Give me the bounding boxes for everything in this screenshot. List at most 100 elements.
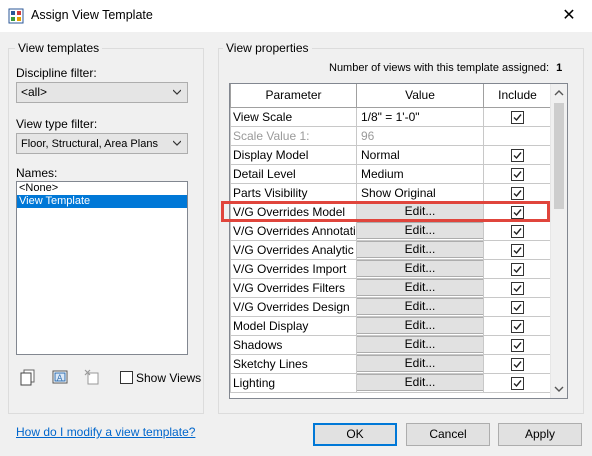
rename-icon[interactable]: A (51, 368, 69, 386)
parameter-cell: V/G Overrides Annotati (230, 220, 357, 241)
include-cell[interactable] (483, 220, 552, 241)
value-cell[interactable]: Edit... (356, 277, 484, 298)
include-checkbox[interactable] (511, 319, 524, 333)
discipline-filter-dropdown[interactable]: <all> (16, 82, 188, 103)
close-button[interactable]: ✕ (546, 0, 592, 31)
table-row[interactable]: V/G Overrides Annotati Edit... (230, 220, 552, 241)
include-checkbox[interactable] (511, 186, 524, 200)
parameter-cell: V/G Overrides Design (230, 296, 357, 317)
include-checkbox[interactable] (511, 167, 524, 181)
value-cell[interactable]: Normal (356, 144, 484, 165)
include-checkbox[interactable] (511, 338, 524, 352)
include-cell[interactable] (483, 296, 552, 317)
table-row[interactable]: V/G Overrides Import Edit... (230, 258, 552, 279)
include-cell[interactable] (483, 182, 552, 203)
include-checkbox[interactable] (511, 281, 524, 295)
delete-icon[interactable] (83, 368, 101, 386)
include-checkbox[interactable] (511, 262, 524, 276)
table-row[interactable]: Shadows Edit... (230, 334, 552, 355)
scrollbar-thumb[interactable] (554, 103, 564, 209)
view-properties-table[interactable]: Parameter Value Include View Scale 1/8" =… (229, 83, 568, 399)
table-row[interactable]: Display Model Normal (230, 144, 552, 165)
include-checkbox[interactable] (511, 243, 524, 257)
value-cell[interactable]: Edit... (356, 296, 484, 317)
help-link[interactable]: How do I modify a view template? (16, 425, 195, 439)
table-row[interactable]: V/G Overrides Analytic Edit... (230, 239, 552, 260)
value-cell[interactable]: Edit... (356, 315, 484, 336)
view-type-filter-dropdown[interactable]: Floor, Structural, Area Plans (16, 133, 188, 154)
edit-button[interactable]: Edit... (357, 260, 483, 277)
ok-button[interactable]: OK (313, 423, 397, 446)
include-checkbox[interactable] (511, 224, 524, 238)
value-cell[interactable]: Edit... (356, 372, 484, 393)
views-count-label: Number of views with this template assig… (329, 62, 550, 74)
edit-button[interactable]: Edit... (357, 279, 483, 296)
value-cell[interactable]: Edit... (356, 220, 484, 241)
table-row[interactable]: V/G Overrides Filters Edit... (230, 277, 552, 298)
table-row[interactable]: Detail Level Medium (230, 163, 552, 184)
edit-button[interactable]: Edit... (357, 298, 483, 315)
include-cell[interactable] (483, 258, 552, 279)
include-checkbox[interactable] (511, 110, 524, 124)
value-cell[interactable]: 1/8" = 1'-0" (356, 106, 484, 127)
column-header-include[interactable]: Include (483, 84, 552, 108)
column-header-parameter[interactable]: Parameter (230, 84, 357, 108)
edit-button[interactable]: Edit... (357, 317, 483, 334)
names-listbox[interactable]: <None> View Template (16, 181, 188, 355)
include-checkbox[interactable] (511, 300, 524, 314)
include-checkbox[interactable] (511, 376, 524, 390)
list-item[interactable]: <None> (17, 182, 187, 195)
value-cell[interactable]: Show Original (356, 182, 484, 203)
cancel-button[interactable]: Cancel (406, 423, 490, 446)
value-cell[interactable]: Edit... (356, 353, 484, 374)
include-checkbox[interactable] (511, 148, 524, 162)
include-cell[interactable] (483, 106, 552, 127)
edit-button[interactable]: Edit... (357, 355, 483, 372)
table-header-row: Parameter Value Include (230, 84, 552, 108)
include-cell[interactable] (483, 315, 552, 336)
parameter-cell: Model Display (230, 315, 357, 336)
value-cell[interactable]: Edit... (356, 334, 484, 355)
include-cell[interactable] (483, 334, 552, 355)
apply-button[interactable]: Apply (498, 423, 582, 446)
table-row[interactable]: Parts Visibility Show Original (230, 182, 552, 203)
table-row[interactable]: View Scale 1/8" = 1'-0" (230, 106, 552, 127)
scroll-up-icon[interactable] (554, 88, 564, 98)
checkmark-icon (513, 379, 522, 387)
show-views-checkbox[interactable] (120, 371, 133, 384)
table-row[interactable]: V/G Overrides Design Edit... (230, 296, 552, 317)
include-cell[interactable] (483, 353, 552, 374)
table-row[interactable]: Scale Value 1: 96 (230, 125, 552, 146)
highlight-annotation-box (221, 201, 550, 222)
scroll-down-icon[interactable] (554, 384, 564, 394)
dialog-body: View templates Discipline filter: <all> … (0, 32, 592, 456)
parameter-cell: Scale Value 1: (230, 125, 357, 146)
table-row[interactable]: Lighting Edit... (230, 372, 552, 393)
include-cell[interactable] (483, 277, 552, 298)
edit-button[interactable]: Edit... (357, 222, 483, 239)
discipline-filter-label: Discipline filter: (16, 66, 97, 80)
include-checkbox[interactable] (511, 357, 524, 371)
parameter-cell: Sketchy Lines (230, 353, 357, 374)
view-properties-label: View properties (223, 41, 312, 55)
include-cell (483, 125, 552, 146)
edit-button[interactable]: Edit... (357, 336, 483, 353)
include-cell[interactable] (483, 239, 552, 260)
edit-button[interactable]: Edit... (357, 241, 483, 258)
column-header-value[interactable]: Value (356, 84, 484, 108)
value-cell[interactable]: Edit... (356, 258, 484, 279)
edit-button[interactable]: Edit... (357, 374, 483, 391)
parameter-cell: V/G Overrides Analytic (230, 239, 357, 260)
include-cell[interactable] (483, 372, 552, 393)
duplicate-icon[interactable] (19, 368, 37, 386)
value-cell[interactable]: Edit... (356, 239, 484, 260)
include-cell[interactable] (483, 144, 552, 165)
table-row[interactable]: Model Display Edit... (230, 315, 552, 336)
list-item[interactable]: View Template (17, 195, 187, 208)
checkmark-icon (513, 113, 522, 121)
checkmark-icon (513, 189, 522, 197)
table-row[interactable]: Sketchy Lines Edit... (230, 353, 552, 374)
vertical-scrollbar[interactable] (550, 84, 567, 398)
value-cell[interactable]: Medium (356, 163, 484, 184)
include-cell[interactable] (483, 163, 552, 184)
